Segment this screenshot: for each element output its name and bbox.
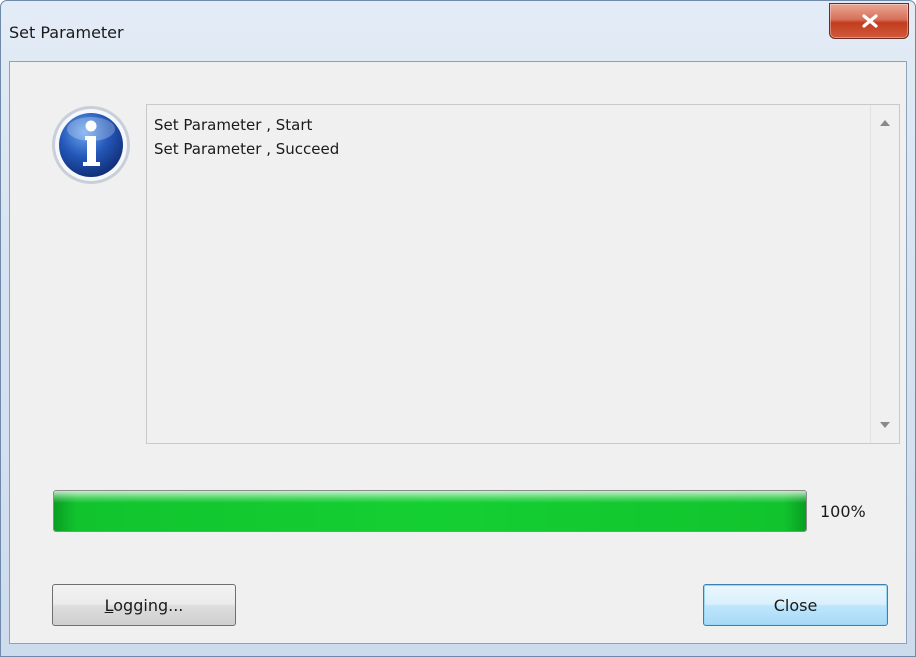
scroll-down-arrow-icon xyxy=(880,422,890,428)
log-line: Set Parameter , Succeed xyxy=(154,140,340,158)
dialog-body: Set Parameter , Start Set Parameter , Su… xyxy=(9,61,907,644)
title-bar[interactable]: Set Parameter xyxy=(1,1,915,59)
close-icon xyxy=(862,14,878,28)
progress-percent: 100% xyxy=(820,502,866,521)
info-icon xyxy=(52,106,130,184)
log-lines: Set Parameter , Start Set Parameter , Su… xyxy=(154,113,339,161)
progress-bar xyxy=(53,490,807,532)
log-scrollbar[interactable] xyxy=(870,105,899,443)
set-parameter-dialog: Set Parameter Set Parameter , Start Set … xyxy=(0,0,916,657)
window-close-button[interactable] xyxy=(829,3,909,39)
logging-button[interactable]: Logging... xyxy=(52,584,236,626)
scroll-up-button[interactable] xyxy=(871,111,899,135)
window-title: Set Parameter xyxy=(9,23,124,42)
log-line: Set Parameter , Start xyxy=(154,116,313,134)
close-button[interactable]: Close xyxy=(703,584,888,626)
log-textarea[interactable]: Set Parameter , Start Set Parameter , Su… xyxy=(146,104,900,444)
scroll-down-button[interactable] xyxy=(871,413,899,437)
scroll-up-arrow-icon xyxy=(880,120,890,126)
progress-fill xyxy=(54,491,806,531)
